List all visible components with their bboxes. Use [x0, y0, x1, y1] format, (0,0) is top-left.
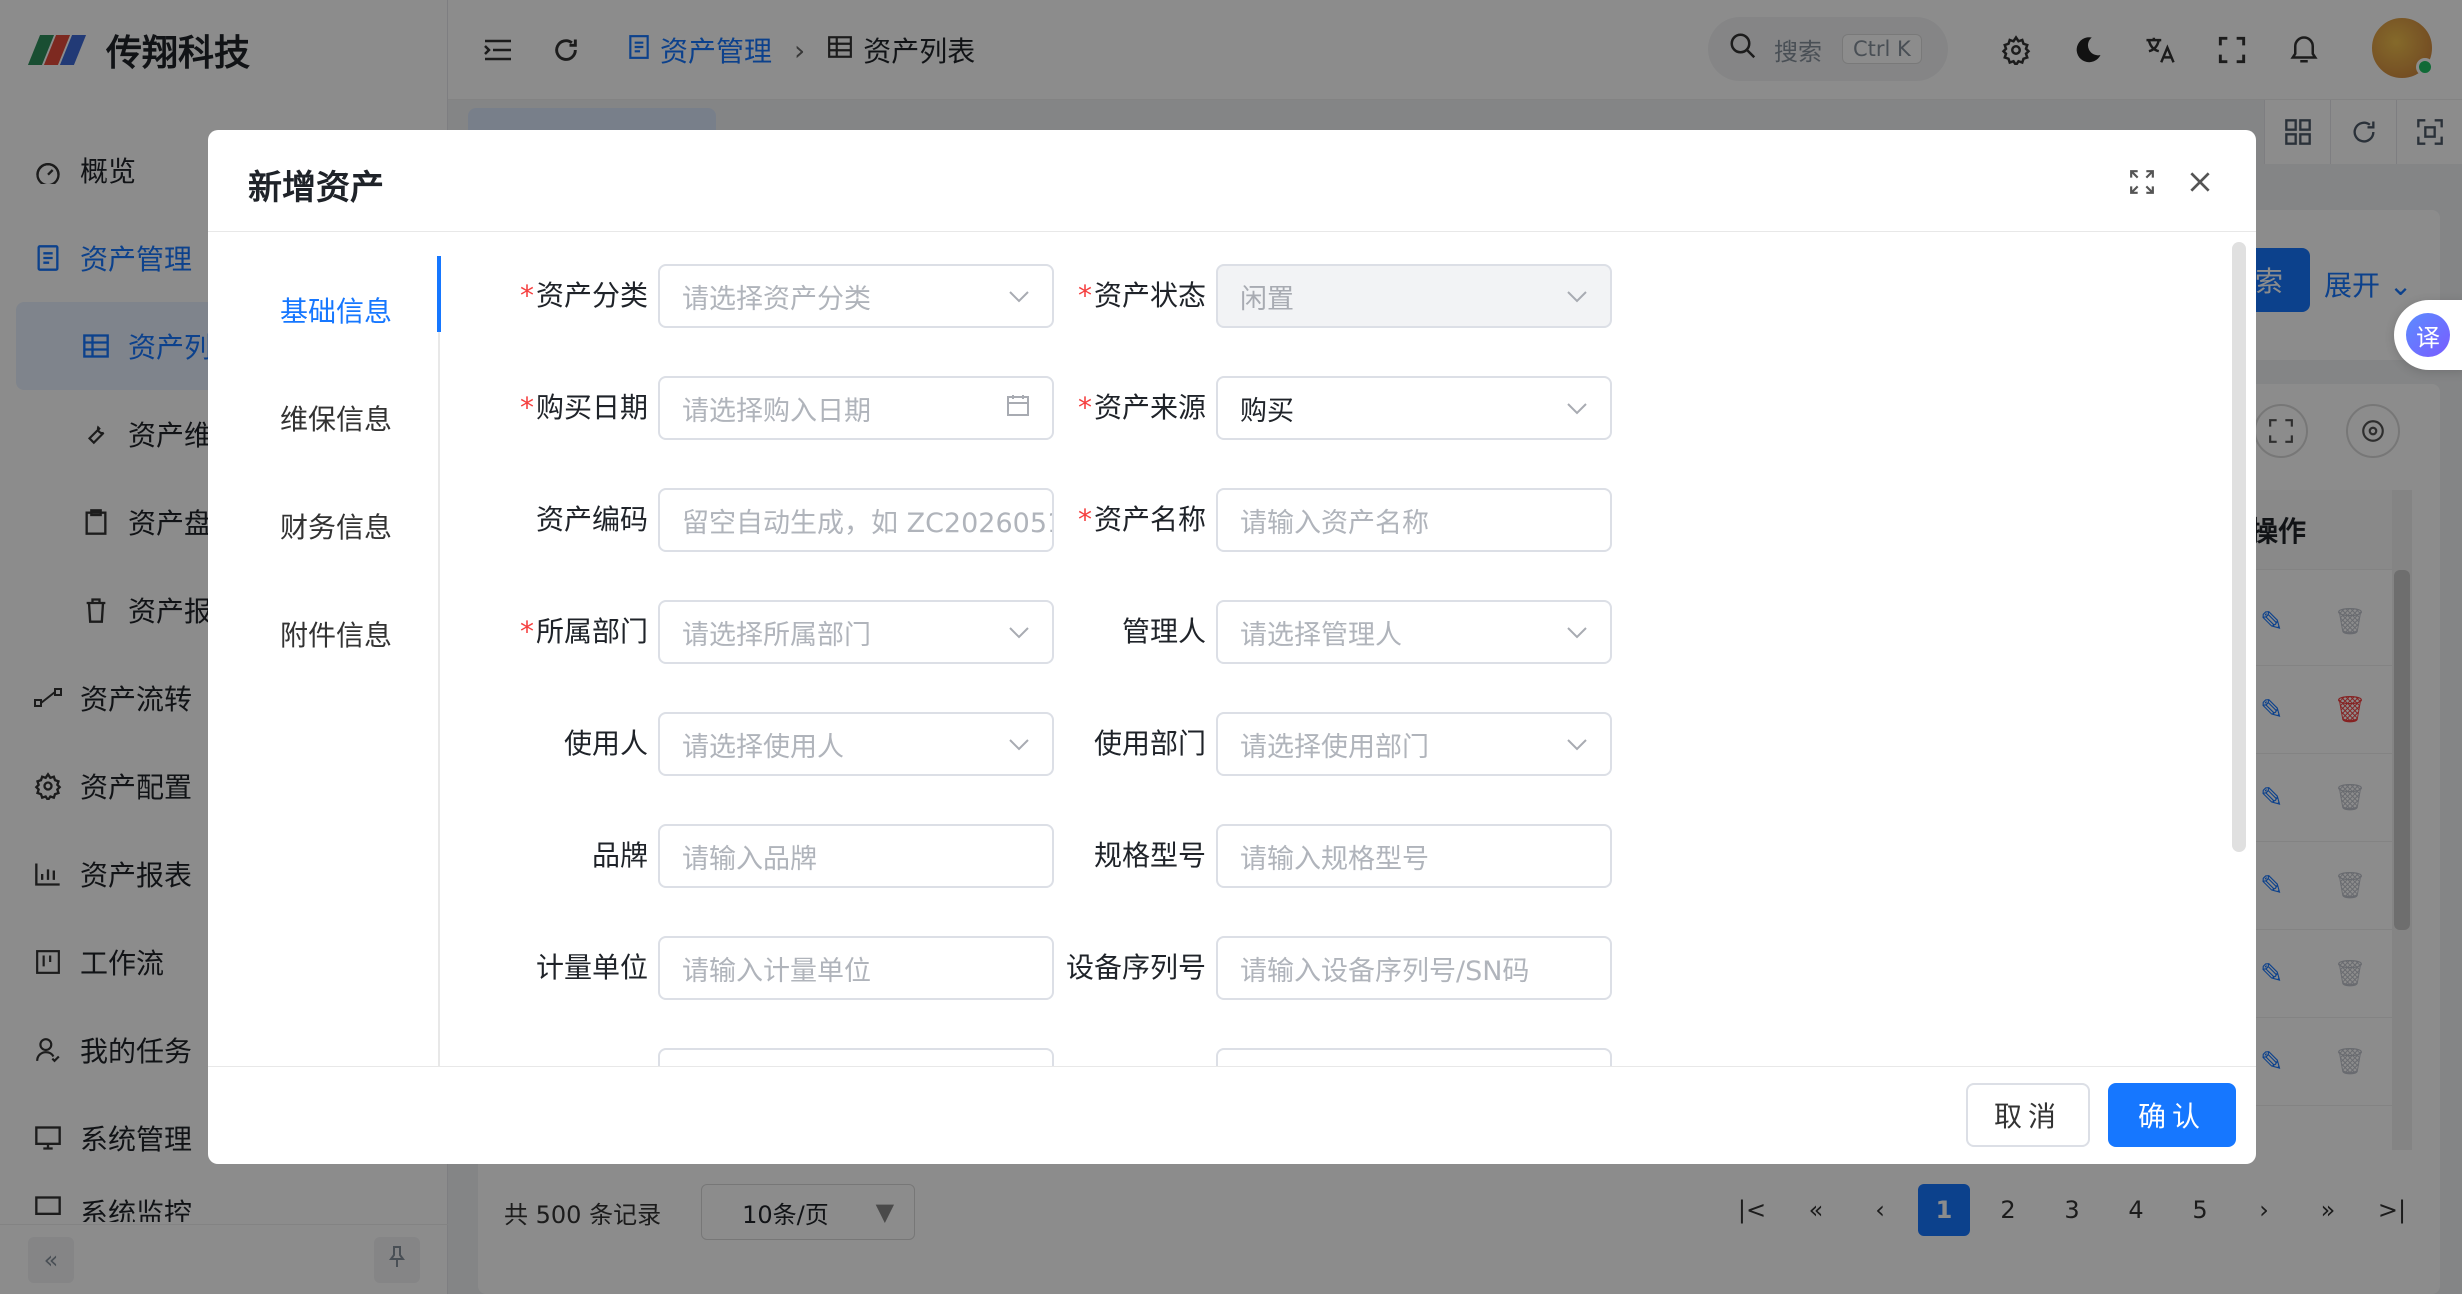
modal-header: 新增资产	[208, 130, 2256, 232]
chevron-down-icon	[1566, 394, 1588, 422]
field-value: 购买	[1240, 395, 1294, 427]
field-input[interactable]: 留空自动生成，如 ZC202605160001	[658, 488, 1054, 552]
required-mark: *	[1077, 503, 1092, 536]
field-label-text: 资产名称	[1093, 503, 1206, 536]
modal-footer: 取消 确认	[208, 1066, 2256, 1164]
field-select[interactable]: 请选择使用人	[658, 712, 1054, 776]
add-asset-modal: 新增资产 基础信息 维保信息 财务信息 附件信息 *资产分类 请选择资产分类 *购买…	[208, 130, 2256, 1164]
translate-widget[interactable]: 译	[2394, 300, 2462, 370]
field-select[interactable]	[1216, 1048, 1612, 1066]
field-select[interactable]	[658, 1048, 1054, 1066]
field-input[interactable]: 请输入资产名称	[1216, 488, 1612, 552]
field-select[interactable]: 请选择资产分类	[658, 264, 1054, 328]
field-label-text: 使用人	[563, 727, 648, 760]
cancel-label: 取消	[1993, 1100, 2062, 1133]
field-placeholder: 请选择管理人	[1240, 619, 1402, 651]
section-tab-attachments[interactable]: 附件信息	[208, 580, 438, 688]
modal-body: 基础信息 维保信息 财务信息 附件信息 *资产分类 请选择资产分类 *购买日期 请选择…	[208, 232, 2256, 1066]
field-label: 品牌	[448, 824, 648, 888]
field-label-text: 使用部门	[1093, 727, 1206, 760]
field-label: *资产名称	[1006, 488, 1206, 552]
field-label: 规格型号	[1006, 824, 1206, 888]
field-label-text: 设备序列号	[1065, 951, 1206, 984]
field-select[interactable]: 请选择管理人	[1216, 600, 1612, 664]
field-label-text: 资产编码	[535, 503, 648, 536]
chevron-down-icon	[1566, 730, 1588, 758]
field-label: 使用人	[448, 712, 648, 776]
field-input[interactable]: 请输入计量单位	[658, 936, 1054, 1000]
chevron-down-icon	[1566, 618, 1588, 646]
field-select[interactable]: 请选择所属部门	[658, 600, 1054, 664]
field-label-text: 管理人	[1121, 615, 1206, 648]
field-placeholder: 请选择使用部门	[1240, 731, 1429, 763]
field-placeholder: 请输入规格型号	[1240, 843, 1429, 875]
field-select[interactable]: 购买	[1216, 376, 1612, 440]
field-select[interactable]: 请选择使用部门	[1216, 712, 1612, 776]
field-label: 资产编码	[448, 488, 648, 552]
field-value: 闲置	[1240, 283, 1294, 315]
chevron-down-icon	[1566, 282, 1588, 310]
close-icon[interactable]	[2180, 162, 2220, 202]
section-tab-finance[interactable]: 财务信息	[208, 472, 438, 580]
field-placeholder: 请输入设备序列号/SN码	[1240, 955, 1530, 987]
field-label: 设备序列号	[1006, 936, 1206, 1000]
required-mark: *	[519, 615, 534, 648]
field-input[interactable]: 请输入品牌	[658, 824, 1054, 888]
required-mark: *	[1077, 391, 1092, 424]
maximize-icon[interactable]	[2122, 162, 2162, 202]
field-label: *资产来源	[1006, 376, 1206, 440]
modal-scrollbar-thumb[interactable]	[2232, 242, 2246, 852]
field-label-text: 资产状态	[1093, 279, 1206, 312]
field-date-picker[interactable]: 请选择购入日期	[658, 376, 1054, 440]
translate-badge-label: 译	[2406, 313, 2450, 357]
modal-tools	[2104, 162, 2220, 202]
form-section-nav: 基础信息 维保信息 财务信息 附件信息	[208, 256, 441, 1066]
field-placeholder: 请选择资产分类	[682, 283, 871, 315]
field-label: 使用部门	[1006, 712, 1206, 776]
field-label: *资产分类	[448, 264, 648, 328]
field-placeholder: 请选择所属部门	[682, 619, 871, 651]
field-label: 计量单位	[448, 936, 648, 1000]
modal-title: 新增资产	[248, 168, 384, 208]
section-tab-maintenance[interactable]: 维保信息	[208, 364, 438, 472]
field-label: 管理人	[1006, 600, 1206, 664]
field-label: *购买日期	[448, 376, 648, 440]
confirm-label: 确认	[2137, 1100, 2206, 1133]
field-label: *所属部门	[448, 600, 648, 664]
field-label-text: 购买日期	[535, 391, 648, 424]
field-label: *资产状态	[1006, 264, 1206, 328]
field-input[interactable]: 请输入规格型号	[1216, 824, 1612, 888]
confirm-button[interactable]: 确认	[2108, 1083, 2236, 1147]
field-label-text: 所属部门	[535, 615, 648, 648]
field-placeholder: 请选择购入日期	[682, 395, 871, 427]
required-mark: *	[519, 279, 534, 312]
cancel-button[interactable]: 取消	[1966, 1083, 2090, 1147]
field-label-text: 品牌	[591, 839, 648, 872]
field-select[interactable]: 闲置	[1216, 264, 1612, 328]
field-placeholder: 请输入资产名称	[1240, 507, 1429, 539]
field-placeholder: 请选择使用人	[682, 731, 844, 763]
section-tab-basic[interactable]: 基础信息	[208, 256, 441, 364]
field-label-text: 资产分类	[535, 279, 648, 312]
field-input[interactable]: 请输入设备序列号/SN码	[1216, 936, 1612, 1000]
field-label-text: 计量单位	[535, 951, 648, 984]
field-placeholder: 请输入计量单位	[682, 955, 871, 987]
field-placeholder: 留空自动生成，如 ZC202605160001	[682, 507, 1052, 539]
required-mark: *	[519, 391, 534, 424]
field-label-text: 规格型号	[1093, 839, 1206, 872]
required-mark: *	[1077, 279, 1092, 312]
field-label-text: 资产来源	[1093, 391, 1206, 424]
field-placeholder: 请输入品牌	[682, 843, 817, 875]
